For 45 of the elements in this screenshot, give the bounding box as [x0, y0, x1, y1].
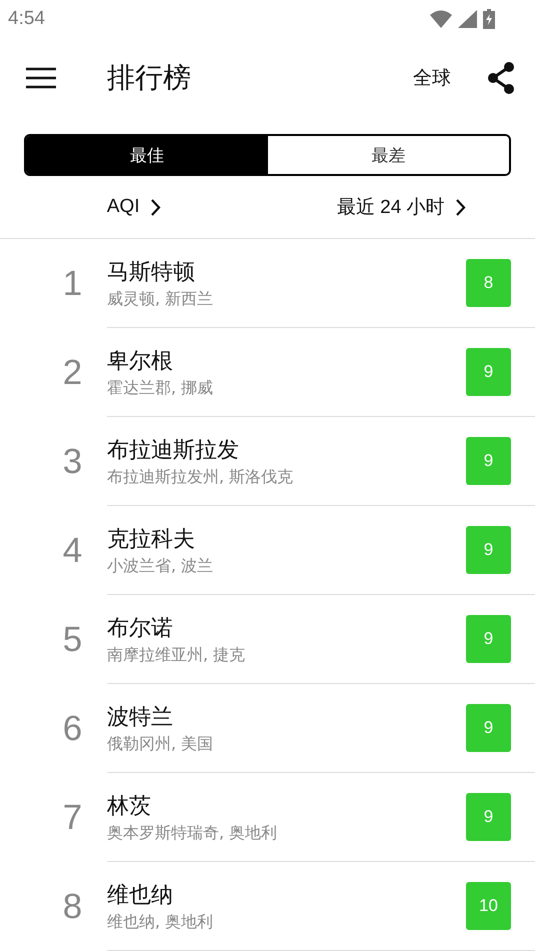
region-selector[interactable]: 全球: [413, 65, 451, 91]
city-name: 布尔诺: [107, 614, 174, 642]
rank-number: 4: [62, 530, 84, 572]
city-location: 维也纳, 奥地利: [107, 912, 214, 932]
rank-number: 2: [62, 352, 84, 394]
page-title: 排行榜: [107, 60, 192, 96]
aqi-value: 9: [466, 348, 511, 396]
city-location: 南摩拉维亚州, 捷克: [107, 644, 246, 666]
share-button[interactable]: [487, 62, 515, 94]
filter-selector[interactable]: AQI: [0, 195, 268, 219]
city-location: 奥本罗斯特瑞奇, 奥地利: [107, 822, 278, 844]
rank-number: 5: [62, 618, 84, 660]
aqi-value: 9: [466, 526, 511, 574]
filter-selector[interactable]: 最近 24 小时: [268, 193, 535, 221]
city-location: 霍达兰郡, 挪威: [107, 378, 214, 398]
city-location: 俄勒冈州, 美国: [107, 734, 214, 754]
wifi-icon: [430, 10, 452, 28]
city-location: 小波兰省, 波兰: [107, 556, 214, 576]
rank-number: 6: [62, 708, 84, 750]
status-time: 4:54: [8, 8, 45, 30]
aqi-value: 9: [466, 615, 511, 663]
chevron-right-icon: [454, 198, 466, 216]
city-name: 克拉科夫: [107, 526, 196, 554]
aqi-value: 9: [466, 793, 511, 841]
aqi-value: 8: [466, 259, 511, 307]
rank-number: 8: [62, 886, 84, 928]
city-name: 波特兰: [107, 704, 174, 732]
segment-tab[interactable]: 最佳: [26, 136, 268, 174]
city-name: 林茨: [107, 792, 152, 820]
chevron-right-icon: [150, 198, 161, 216]
city-location: 威灵顿, 新西兰: [107, 288, 214, 310]
city-name: 维也纳: [107, 882, 174, 910]
rank-number: 3: [62, 440, 84, 482]
rank-number: 7: [62, 796, 84, 838]
city-name: 布拉迪斯拉发: [107, 436, 240, 464]
city-name: 马斯特顿: [107, 258, 196, 286]
signal-icon: [458, 10, 477, 28]
city-name: 卑尔根: [107, 348, 174, 376]
aqi-value: 10: [466, 882, 511, 930]
aqi-value: 9: [466, 437, 511, 485]
rank-number: 1: [62, 262, 84, 304]
aqi-value: 9: [466, 704, 511, 752]
battery-icon: [483, 9, 495, 29]
city-location: 布拉迪斯拉发州, 斯洛伐克: [107, 466, 294, 488]
menu-button[interactable]: [26, 67, 56, 89]
